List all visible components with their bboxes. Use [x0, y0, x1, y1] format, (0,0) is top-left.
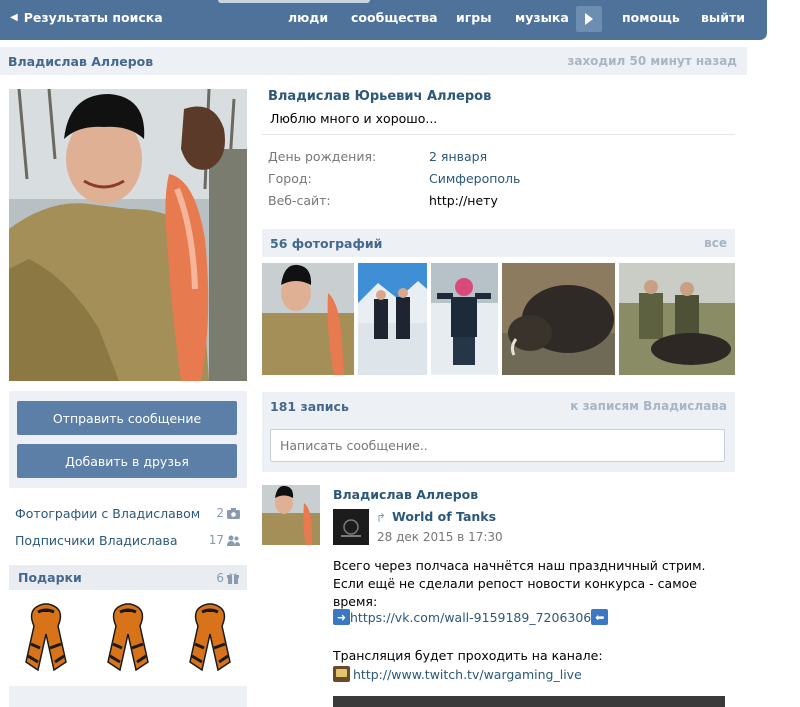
website-value: http://нету — [429, 193, 498, 208]
photo-thumb-1[interactable] — [262, 263, 354, 375]
arrow-left-emoji: ⬅ — [591, 609, 609, 625]
post-attached-media[interactable] — [333, 696, 725, 707]
photos-with-count: 2 — [216, 506, 224, 520]
birthday-value[interactable]: 2 января — [429, 149, 487, 164]
post-broadcast-line: Трансляция будет проходить на канале: — [333, 648, 603, 663]
send-message-button[interactable]: Отправить сообщение — [17, 401, 237, 435]
people-icon — [227, 535, 240, 546]
repost-source-avatar[interactable] — [333, 509, 369, 545]
tv-icon — [333, 666, 350, 682]
followers-count: 17 — [208, 533, 224, 547]
back-to-search-link[interactable]: ◀ Результаты поиска — [10, 10, 163, 25]
post-author-avatar[interactable] — [262, 485, 320, 545]
photo-thumb-5[interactable] — [619, 263, 735, 375]
nav-help[interactable]: помощь — [622, 10, 680, 25]
photo-hunters — [619, 263, 735, 375]
gifts-count-group: 6 — [216, 571, 239, 585]
profile-header: Владислав Аллеров заходил 50 минут назад — [0, 47, 747, 75]
photo-child-snow — [431, 263, 498, 375]
nav-more-button[interactable] — [576, 6, 602, 32]
top-bar-notch — [218, 0, 370, 3]
photos-section-header: 56 фотографий все — [262, 229, 735, 257]
nav-music[interactable]: музыка — [515, 10, 569, 25]
gift-ribbon-2[interactable] — [102, 600, 154, 672]
profile-actions: Отправить сообщение Добавить в друзья — [9, 391, 247, 488]
st-george-ribbon-icon — [189, 603, 231, 672]
back-arrow-icon: ◀ — [10, 12, 18, 23]
gift-ribbon-1[interactable] — [20, 600, 72, 672]
city-label: Город: — [268, 171, 312, 186]
photo-boar — [502, 263, 615, 375]
profile-header-name: Владислав Аллеров — [8, 53, 154, 69]
wall-composer — [262, 420, 735, 472]
photo-snow-mountains — [358, 263, 427, 375]
photo-thumb-4[interactable] — [502, 263, 615, 375]
photos-with-count-group: 2 — [216, 506, 240, 520]
nav-games[interactable]: игры — [456, 10, 492, 25]
page-right-margin — [748, 40, 800, 707]
birthday-label: День рождения: — [268, 149, 377, 164]
wall-posts-link[interactable]: к записям Владислава — [570, 399, 727, 413]
profile-status: Люблю много и хорошо... — [270, 111, 438, 126]
share-icon: ↱ — [376, 511, 387, 525]
post-date[interactable]: 28 дек 2015 в 17:30 — [377, 530, 503, 544]
profile-avatar[interactable] — [9, 89, 247, 381]
photos-with-link[interactable]: Фотографии с Владиславом 2 — [15, 503, 240, 523]
nav-communities[interactable]: сообщества — [351, 10, 438, 25]
gifts-count: 6 — [216, 570, 224, 585]
avatar-photo — [9, 89, 247, 381]
add-friend-button[interactable]: Добавить в друзья — [17, 444, 237, 478]
photos-section-title[interactable]: 56 фотографий — [270, 236, 382, 251]
gifts-title: Подарки — [18, 570, 82, 585]
st-george-ribbon-icon — [107, 603, 149, 672]
photo-thumb-2[interactable] — [358, 263, 427, 375]
repost-source-name[interactable]: World of Tanks — [392, 509, 496, 524]
wall-section-header: 181 запись к записям Владислава — [262, 392, 735, 420]
photo-fisherman — [262, 263, 354, 375]
post-link-twitch[interactable]: http://www.twitch.tv/wargaming_live — [353, 667, 582, 682]
nav-people[interactable]: люди — [288, 10, 328, 25]
arrow-right-emoji: ➜ — [333, 609, 350, 625]
post-link-row-1: ➜ https://vk.com/wall-9159189_7206306 ⬅ — [333, 609, 609, 625]
back-label: Результаты поиска — [23, 10, 163, 25]
wall-section-title[interactable]: 181 запись — [270, 399, 349, 414]
top-navigation-bar: ◀ Результаты поиска люди сообщества игры… — [0, 0, 767, 40]
post-link-vk[interactable]: https://vk.com/wall-9159189_7206306 — [350, 610, 591, 625]
gift-ribbon-3[interactable] — [184, 600, 236, 672]
gift-icon — [227, 572, 239, 584]
info-divider — [262, 134, 735, 135]
next-section-header — [9, 686, 247, 707]
profile-full-name: Владислав Юрьевич Аллеров — [268, 89, 492, 104]
website-label: Веб-сайт: — [268, 193, 331, 208]
photo-thumb-3[interactable] — [431, 263, 498, 375]
world-of-tanks-logo — [333, 509, 369, 545]
post-avatar-photo — [262, 485, 320, 545]
photos-all-link[interactable]: все — [704, 236, 727, 250]
gifts-header[interactable]: Подарки 6 — [9, 565, 247, 590]
followers-label: Подписчики Владислава — [15, 532, 178, 548]
post-link-row-2: http://www.twitch.tv/wargaming_live — [333, 666, 582, 682]
last-seen-status: заходил 50 минут назад — [567, 54, 737, 68]
nav-logout[interactable]: выйти — [701, 10, 745, 25]
followers-link[interactable]: Подписчики Владислава 17 — [15, 530, 240, 550]
st-george-ribbon-icon — [25, 603, 67, 672]
photos-with-label: Фотографии с Владиславом — [15, 505, 201, 521]
camera-icon — [227, 507, 240, 519]
city-value[interactable]: Симферополь — [429, 171, 520, 186]
post-text: Всего через полчаса начнётся наш праздни… — [333, 558, 706, 609]
chevron-right-icon — [585, 13, 593, 25]
followers-count-group: 17 — [209, 533, 240, 547]
wall-post-input[interactable] — [270, 429, 725, 462]
post-author-name[interactable]: Владислав Аллеров — [333, 487, 478, 502]
